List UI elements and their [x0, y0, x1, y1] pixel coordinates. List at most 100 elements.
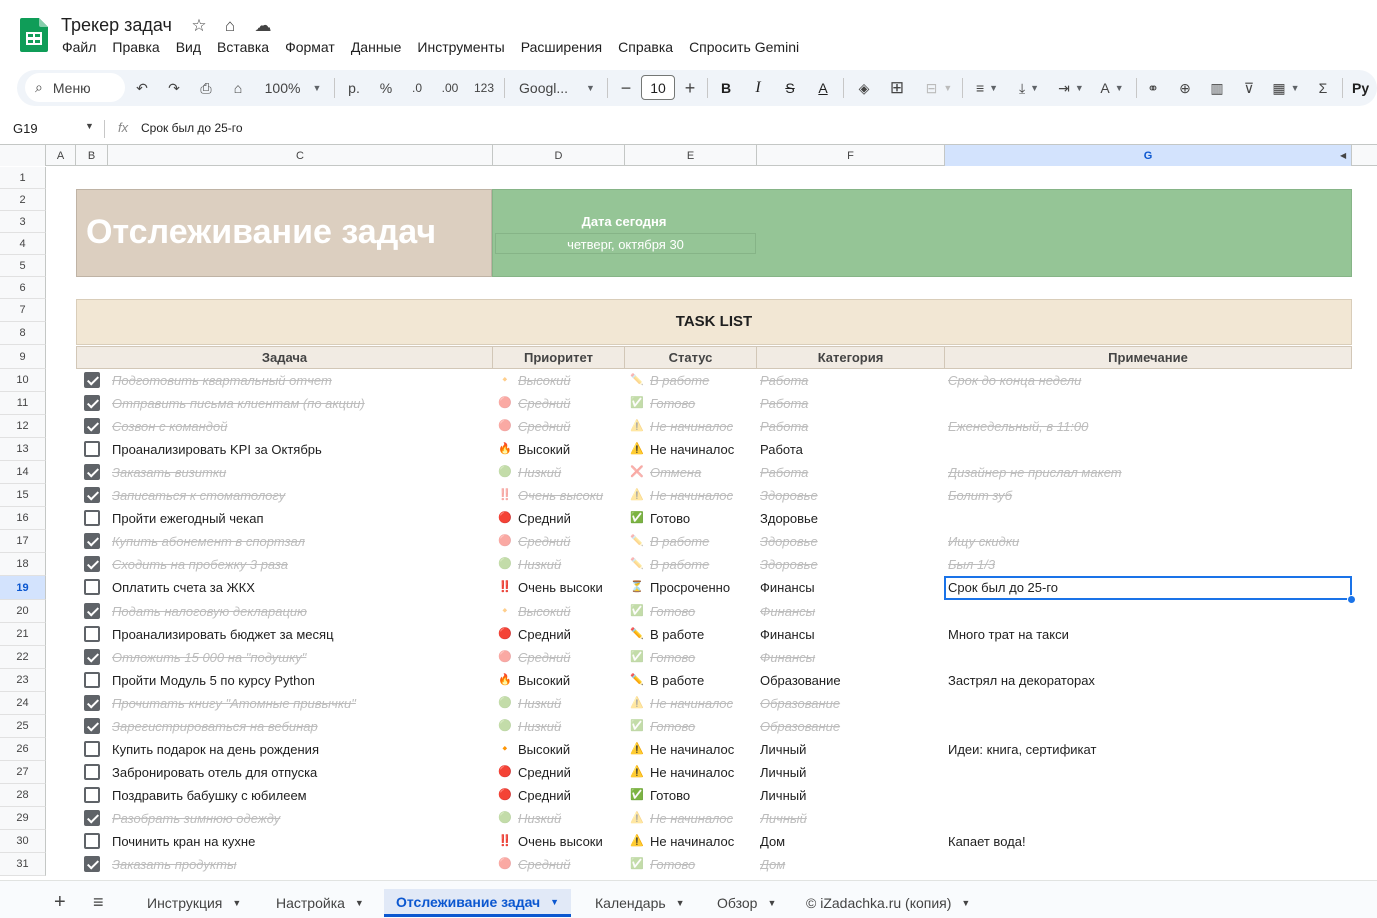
category-value[interactable]: Здоровье — [760, 511, 925, 526]
italic-icon[interactable]: I — [748, 76, 768, 100]
status-value[interactable]: В работе — [650, 673, 737, 688]
priority-value[interactable]: Средний — [518, 650, 605, 665]
row-header-15[interactable]: 15 — [0, 484, 46, 507]
row-header-2[interactable]: 2 — [0, 189, 46, 211]
date-value[interactable]: четверг, октября 30 — [495, 233, 756, 254]
category-value[interactable]: Дом — [760, 857, 925, 872]
priority-value[interactable]: Высокий — [518, 673, 605, 688]
text-rotation-icon[interactable]: A ▼ — [1094, 76, 1130, 100]
category-value[interactable]: Работа — [760, 419, 925, 434]
task-name[interactable]: Созвон с командой — [112, 419, 490, 434]
chevron-down-icon[interactable]: ▼ — [85, 121, 94, 131]
priority-value[interactable]: Средний — [518, 857, 605, 872]
zoom-select[interactable]: 100% ▼ — [258, 76, 328, 100]
task-checkbox[interactable] — [84, 856, 100, 872]
status-value[interactable]: В работе — [650, 557, 737, 572]
sheet-tab[interactable]: Календарь ▼ — [583, 889, 697, 917]
task-name[interactable]: Отложить 15 000 на "подушку" — [112, 650, 490, 665]
task-checkbox[interactable] — [84, 418, 100, 434]
category-value[interactable]: Дом — [760, 834, 925, 849]
category-value[interactable]: Образование — [760, 673, 925, 688]
status-value[interactable]: Отмена — [650, 465, 737, 480]
note-value[interactable]: Болит зуб — [948, 488, 1348, 503]
priority-value[interactable]: Низкий — [518, 465, 605, 480]
priority-value[interactable]: Очень высоки — [518, 580, 605, 595]
task-checkbox[interactable] — [84, 487, 100, 503]
menu-gemini[interactable]: Спросить Gemini — [681, 39, 807, 55]
filter-views-icon[interactable]: ▦ ▼ — [1268, 76, 1304, 100]
column-header-g[interactable]: G — [945, 145, 1352, 166]
sheet-tab[interactable]: © iZadachka.ru (копия) ▼ — [794, 889, 982, 917]
star-icon[interactable]: ☆ — [189, 16, 209, 36]
print-icon[interactable]: ⎙ — [196, 76, 216, 100]
select-all-corner[interactable] — [0, 145, 46, 166]
priority-value[interactable]: Высокий — [518, 442, 605, 457]
status-value[interactable]: Просроченно — [650, 580, 737, 595]
category-value[interactable]: Работа — [760, 373, 925, 388]
menu-edit[interactable]: Правка — [104, 39, 167, 55]
note-value[interactable]: Дизайнер не прислал макет — [948, 465, 1348, 480]
priority-value[interactable]: Низкий — [518, 811, 605, 826]
task-name[interactable]: Забронировать отель для отпуска — [112, 765, 490, 780]
task-checkbox[interactable] — [84, 672, 100, 688]
row-header-20[interactable]: 20 — [0, 600, 46, 623]
font-select[interactable]: Googl... ▼ — [516, 76, 598, 100]
input-tools-button[interactable]: Py — [1352, 76, 1377, 100]
row-header-27[interactable]: 27 — [0, 761, 46, 784]
task-checkbox[interactable] — [84, 441, 100, 457]
task-checkbox[interactable] — [84, 649, 100, 665]
task-checkbox[interactable] — [84, 395, 100, 411]
priority-value[interactable]: Средний — [518, 511, 605, 526]
chevron-down-icon[interactable]: ▼ — [961, 898, 970, 908]
status-value[interactable]: В работе — [650, 627, 737, 642]
bold-icon[interactable]: B — [716, 76, 736, 100]
row-header-18[interactable]: 18 — [0, 553, 46, 576]
strikethrough-icon[interactable]: S — [780, 76, 800, 100]
task-name[interactable]: Разобрать зимнюю одежду — [112, 811, 490, 826]
priority-value[interactable]: Средний — [518, 627, 605, 642]
sheet-tab[interactable]: Настройка ▼ — [264, 889, 376, 917]
row-header-9[interactable]: 9 — [0, 345, 46, 369]
priority-value[interactable]: Низкий — [518, 696, 605, 711]
fill-color-icon[interactable]: ◈ — [854, 76, 874, 100]
row-header-24[interactable]: 24 — [0, 692, 46, 715]
task-name[interactable]: Купить подарок на день рождения — [112, 742, 490, 757]
sheet-tab[interactable]: Инструкция ▼ — [135, 889, 253, 917]
priority-value[interactable]: Средний — [518, 788, 605, 803]
row-header-19[interactable]: 19 — [0, 576, 46, 600]
menu-tools[interactable]: Инструменты — [409, 39, 512, 55]
row-header-6[interactable]: 6 — [0, 277, 46, 299]
all-sheets-icon[interactable]: ≡ — [93, 892, 104, 913]
status-value[interactable]: Готово — [650, 396, 737, 411]
priority-value[interactable]: Средний — [518, 419, 605, 434]
note-value[interactable]: Ищу скидки — [948, 534, 1348, 549]
category-value[interactable]: Личный — [760, 765, 925, 780]
note-value[interactable]: Срок до конца недели — [948, 373, 1348, 388]
category-value[interactable]: Образование — [760, 719, 925, 734]
formula-input[interactable]: Срок был до 25-го — [141, 121, 243, 135]
row-header-14[interactable]: 14 — [0, 461, 46, 484]
row-header-22[interactable]: 22 — [0, 646, 46, 669]
chevron-down-icon[interactable]: ▼ — [767, 898, 776, 908]
decrease-decimal-button[interactable]: .0 — [406, 76, 428, 100]
menu-help[interactable]: Справка — [610, 39, 681, 55]
menu-insert[interactable]: Вставка — [209, 39, 277, 55]
category-value[interactable]: Здоровье — [760, 534, 925, 549]
task-name[interactable]: Пройти ежегодный чекап — [112, 511, 490, 526]
row-header-16[interactable]: 16 — [0, 507, 46, 530]
status-value[interactable]: Не начиналос — [650, 765, 737, 780]
task-checkbox[interactable] — [84, 833, 100, 849]
text-color-icon[interactable]: A — [812, 76, 834, 100]
horizontal-align-icon[interactable]: ≡ ▼ — [969, 76, 1005, 100]
column-header-f[interactable]: F — [757, 145, 945, 166]
task-checkbox[interactable] — [84, 787, 100, 803]
category-value[interactable]: Личный — [760, 788, 925, 803]
task-name[interactable]: Прочитать книгу "Атомные привычки" — [112, 696, 490, 711]
priority-value[interactable]: Очень высоки — [518, 834, 605, 849]
priority-value[interactable]: Средний — [518, 396, 605, 411]
task-name[interactable]: Сходить на пробежку 3 раза — [112, 557, 490, 572]
status-value[interactable]: Не начиналос — [650, 442, 737, 457]
chevron-down-icon[interactable]: ▼ — [676, 898, 685, 908]
decrease-font-size-icon[interactable]: − — [617, 76, 635, 100]
number-format-button[interactable]: 123 — [471, 76, 497, 100]
